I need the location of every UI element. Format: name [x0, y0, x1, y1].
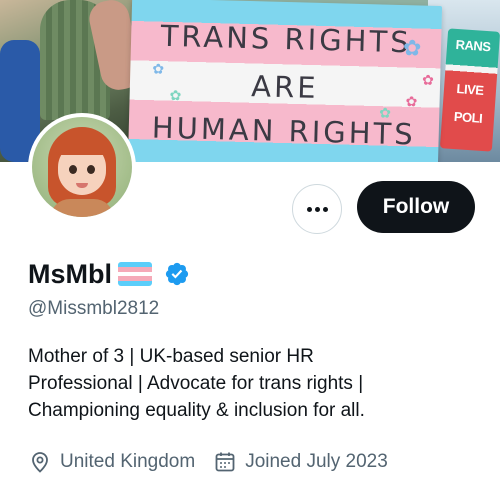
profile-bio: Mother of 3 | UK-based senior HR Profess… — [28, 343, 478, 424]
bio-line: Mother of 3 | UK-based senior HR — [28, 346, 314, 367]
protest-sign: TRANS RIGHTS ARE HUMAN RIGHTS ✿ ✿ ✿ ✿ ✿ … — [127, 0, 443, 162]
profile-meta: United Kingdom Joined July 2023 — [28, 450, 406, 474]
flower-icon: ✿ — [402, 35, 422, 61]
flower-icon: ✿ — [152, 60, 165, 77]
location-item: United Kingdom — [28, 450, 195, 474]
bio-line: Professional | Advocate for trans rights… — [28, 373, 364, 394]
display-name: MsMbl — [28, 258, 112, 289]
flower-icon: ✿ — [421, 71, 435, 88]
side-sign-text: RANS — [455, 36, 492, 55]
more-dots-icon — [306, 206, 328, 212]
profile-name-row: MsMbl — [28, 256, 190, 292]
avatar[interactable] — [28, 113, 136, 221]
side-sign-text: LIVE — [456, 81, 484, 98]
sign-text-line: HUMAN RIGHTS — [151, 110, 417, 152]
flower-icon: ✿ — [169, 86, 182, 104]
side-sign-text: POLI — [453, 108, 483, 126]
bio-line: Championing equality & inclusion for all… — [28, 400, 365, 421]
joined-item: Joined July 2023 — [213, 450, 388, 474]
flower-icon: ✿ — [379, 104, 392, 121]
flower-icon: ✿ — [405, 93, 418, 110]
trans-flag-icon — [118, 262, 152, 286]
follow-button[interactable]: Follow — [357, 181, 475, 233]
calendar-icon — [215, 452, 235, 472]
profile-handle: @Missmbl2812 — [28, 298, 160, 319]
banner-side-sign: RANS LIVE POLI — [439, 28, 500, 152]
avatar-image — [32, 117, 132, 217]
joined-text: Joined July 2023 — [245, 451, 388, 472]
more-options-button[interactable] — [292, 184, 342, 234]
sign-text-line: TRANS RIGHTS — [160, 18, 413, 60]
location-pin-icon — [32, 452, 48, 473]
verified-badge-icon[interactable] — [164, 261, 190, 287]
location-text: United Kingdom — [60, 451, 196, 472]
